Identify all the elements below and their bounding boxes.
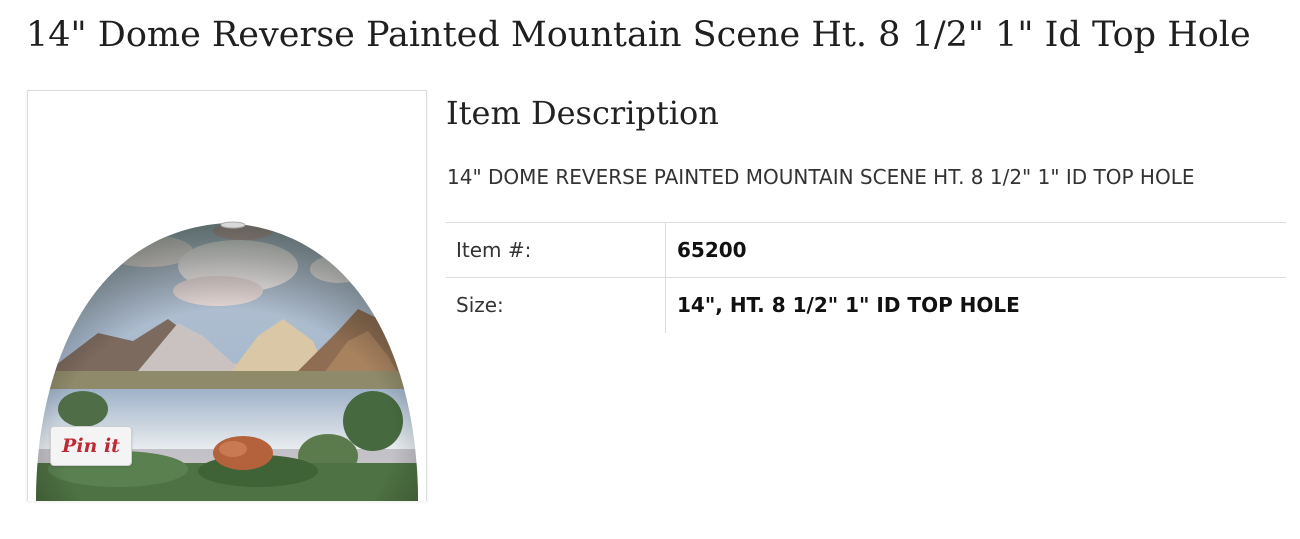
spec-label: Size: xyxy=(446,277,666,333)
spec-row-size: Size: 14", HT. 8 1/2" 1" ID TOP HOLE xyxy=(446,277,1286,333)
spec-value: 65200 xyxy=(665,222,1286,278)
spec-label: Item #: xyxy=(446,222,666,278)
page-title: 14" Dome Reverse Painted Mountain Scene … xyxy=(26,15,1251,55)
item-description-heading: Item Description xyxy=(446,94,719,132)
spec-row-item-number: Item #: 65200 xyxy=(446,222,1286,278)
item-description-text: 14" DOME REVERSE PAINTED MOUNTAIN SCENE … xyxy=(447,165,1195,189)
pin-it-button[interactable]: Pin it xyxy=(50,426,132,466)
product-image-frame: Pin it xyxy=(27,90,427,501)
spec-value: 14", HT. 8 1/2" 1" ID TOP HOLE xyxy=(677,293,1020,318)
item-specs-table: Item #: 65200 Size: 14", HT. 8 1/2" 1" I… xyxy=(446,222,1286,333)
